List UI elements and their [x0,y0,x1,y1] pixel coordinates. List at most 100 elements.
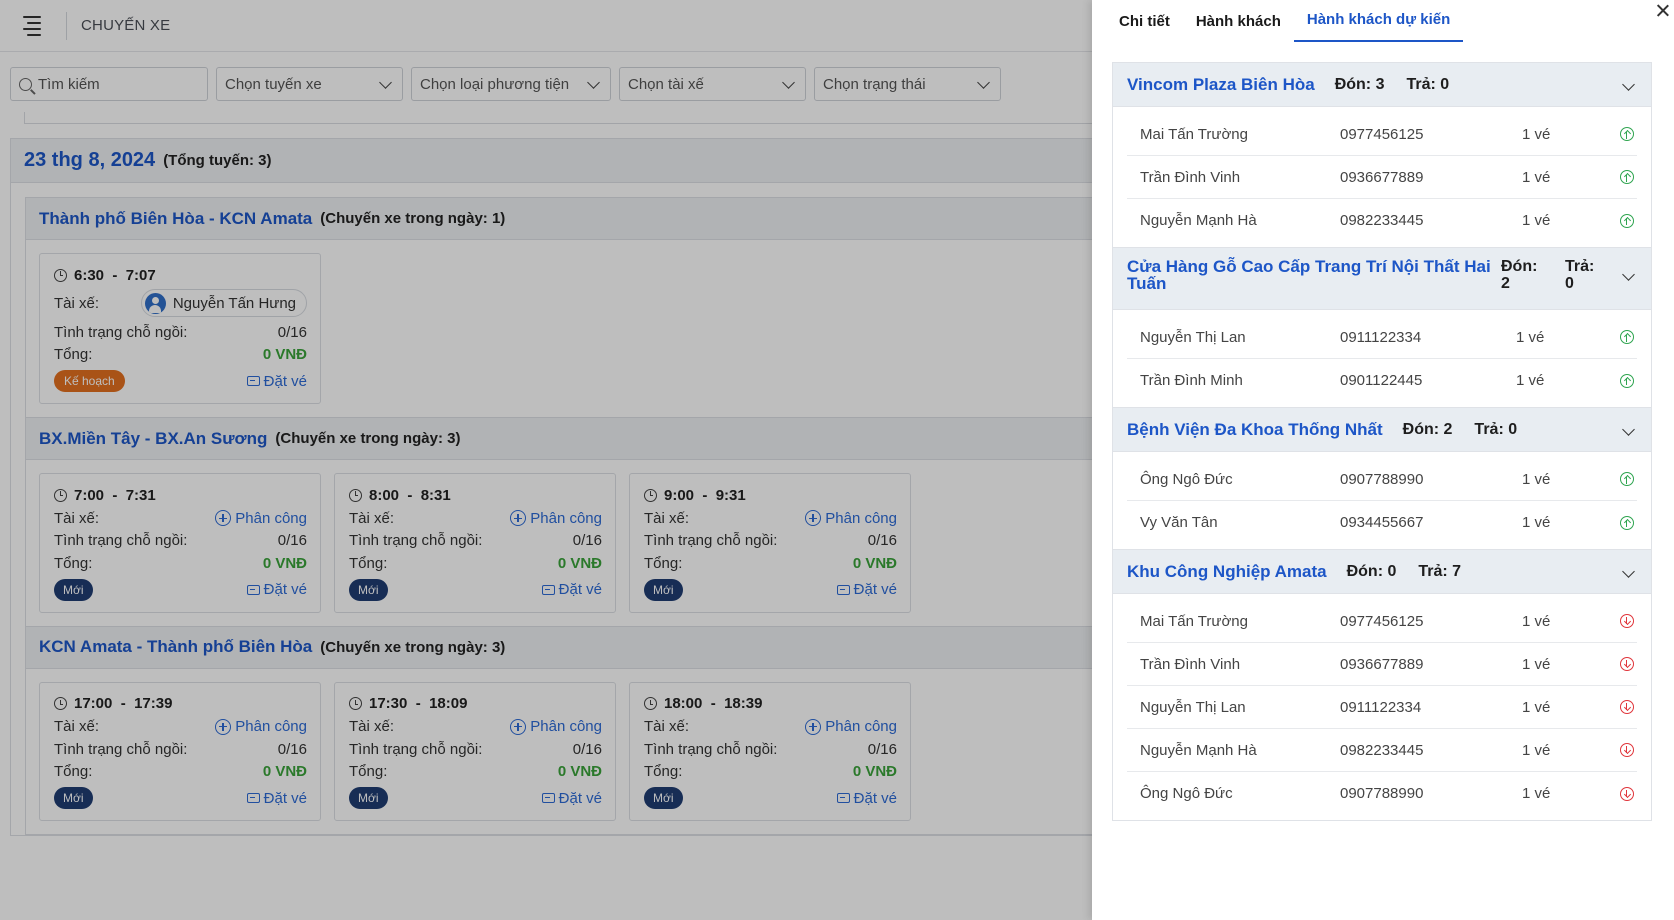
passenger-list: Mai Tấn Trường 0977456125 1 vé Trần Đình V… [1113,107,1651,247]
stop-dropoff-count: Trả: 0 [1565,258,1594,292]
stop-pickup-count: Đón: 2 [1501,258,1565,292]
passenger-phone: 0982233445 [1340,741,1424,759]
passenger-name: Nguyễn Thị Lan [1140,698,1246,716]
passenger-tickets: 1 vé [1522,612,1551,630]
passenger-tickets: 1 vé [1516,372,1545,389]
passenger-tickets: 1 vé [1522,168,1551,186]
passenger-tickets: 1 vé [1516,328,1545,346]
passenger-phone: 0907788990 [1340,470,1424,488]
arrow-down-circle-icon [1620,657,1634,671]
close-icon[interactable] [1655,3,1671,19]
chevron-down-icon [1622,423,1635,436]
stop-dropoff-count: Trả: 0 [1474,420,1518,438]
arrow-up-circle-icon [1620,213,1634,228]
stop-name: Vincom Plaza Biên Hòa [1127,74,1315,94]
passenger-row: Nguyễn Thị Lan 0911122334 1 vé [1127,686,1637,729]
passenger-row: Nguyễn Thị Lan 0911122334 1 vé [1127,316,1637,359]
passenger-phone: 0911122334 [1340,328,1422,346]
arrow-down-circle-icon [1620,614,1634,628]
arrow-up-circle-icon [1620,170,1634,184]
passenger-name: Ông Ngô Đức [1140,470,1233,488]
passenger-row: Ông Ngô Đức 0907788990 1 vé [1127,772,1637,815]
passenger-phone: 0977456125 [1340,612,1424,630]
passenger-phone: 0901122445 [1340,372,1423,389]
stop-header[interactable]: Khu Công Nghiệp Amata Đón: 0 Trả: 7 [1113,550,1651,594]
passenger-name: Trần Đình Vinh [1140,168,1241,186]
chevron-down-icon [1622,78,1635,91]
stop-section: Khu Công Nghiệp Amata Đón: 0 Trả: 7 Mai … [1112,550,1652,821]
passenger-row: Trần Đình Minh 0901122445 1 vé [1127,359,1637,402]
arrow-up-circle-icon [1620,472,1634,486]
arrow-down-circle-icon [1620,743,1634,757]
stop-section: Cửa Hàng Gỗ Cao Cấp Trang Trí Nội Thất H… [1112,248,1652,408]
arrow-up-circle-icon [1620,373,1634,388]
passenger-row: Mai Tấn Trường 0977456125 1 vé [1127,600,1637,643]
trips-page: CHUYẾN XE Tìm kiếm Chọn tuyến xe Chọn lo… [0,0,1092,920]
passenger-list: Ông Ngô Đức 0907788990 1 vé Vy Văn Tân 0934… [1113,452,1651,549]
tab-expected-passengers[interactable]: Hành khách dự kiến [1293,0,1464,42]
passenger-row: Trần Đình Vinh 0936677889 1 vé [1127,643,1637,686]
passenger-row: Ông Ngô Đức 0907788990 1 vé [1127,458,1637,501]
stop-dropoff-count: Trả: 7 [1418,562,1462,580]
arrow-up-circle-icon [1620,127,1634,141]
passenger-name: Trần Đình Minh [1140,372,1243,389]
passenger-name: Mai Tấn Trường [1140,125,1248,143]
stop-header[interactable]: Cửa Hàng Gỗ Cao Cấp Trang Trí Nội Thất H… [1113,248,1651,310]
chevron-down-icon [1622,565,1635,578]
passenger-tickets: 1 vé [1522,470,1551,488]
passenger-tickets: 1 vé [1522,125,1551,143]
stop-pickup-count: Đón: 0 [1346,562,1397,580]
passenger-phone: 0907788990 [1340,785,1424,802]
passenger-phone: 0911122334 [1340,698,1422,716]
stop-section: Bệnh Viện Đa Khoa Thống Nhất Đón: 2 Trả:… [1112,408,1652,550]
stop-pickup-count: Đón: 2 [1402,420,1453,438]
passenger-row: Vy Văn Tân 0934455667 1 vé [1127,501,1637,544]
passenger-phone: 0977456125 [1340,125,1424,143]
stop-section: Vincom Plaza Biên Hòa Đón: 3 Trả: 0 Mai … [1112,62,1652,248]
stop-list: Vincom Plaza Biên Hòa Đón: 3 Trả: 0 Mai … [1092,42,1674,821]
stop-dropoff-count: Trả: 0 [1406,75,1450,93]
passenger-name: Ông Ngô Đức [1140,785,1233,802]
drawer-tabs: Chi tiết Hành khách Hành khách dự kiến [1092,0,1674,42]
modal-backdrop[interactable] [0,0,1092,920]
passenger-name: Mai Tấn Trường [1140,612,1248,630]
stop-header[interactable]: Vincom Plaza Biên Hòa Đón: 3 Trả: 0 [1113,63,1651,107]
arrow-down-circle-icon [1620,700,1634,714]
passenger-phone: 0982233445 [1340,212,1424,229]
passenger-list: Mai Tấn Trường 0977456125 1 vé Trần Đình V… [1113,594,1651,820]
stop-name: Cửa Hàng Gỗ Cao Cấp Trang Trí Nội Thất H… [1127,257,1491,293]
pickup-value: 2 [1501,275,1510,292]
tab-passengers[interactable]: Hành khách [1183,0,1294,42]
stop-header[interactable]: Bệnh Viện Đa Khoa Thống Nhất Đón: 2 Trả:… [1113,408,1651,452]
stop-name: Khu Công Nghiệp Amata [1127,561,1327,581]
passenger-name: Nguyễn Mạnh Hà [1140,741,1257,759]
passenger-row: Mai Tấn Trường 0977456125 1 vé [1127,113,1637,156]
passenger-tickets: 1 vé [1522,655,1551,673]
dropoff-label: Trả: [1565,258,1595,275]
trip-detail-drawer: Chi tiết Hành khách Hành khách dự kiến V… [1092,0,1674,920]
stop-pickup-count: Đón: 3 [1334,75,1385,93]
arrow-down-circle-icon [1620,786,1634,801]
passenger-name: Vy Văn Tân [1140,514,1218,531]
stop-name: Bệnh Viện Đa Khoa Thống Nhất [1127,419,1383,439]
passenger-tickets: 1 vé [1522,785,1551,802]
passenger-row: Nguyễn Mạnh Hà 0982233445 1 vé [1127,729,1637,772]
arrow-up-circle-icon [1620,515,1634,530]
passenger-list: Nguyễn Thị Lan 0911122334 1 vé Trần Đình M… [1113,310,1651,407]
passenger-row: Nguyễn Mạnh Hà 0982233445 1 vé [1127,199,1637,242]
chevron-down-icon [1622,268,1635,281]
passenger-phone: 0936677889 [1340,655,1424,673]
passenger-name: Trần Đình Vinh [1140,655,1241,673]
pickup-label: Đón: [1501,258,1538,275]
passenger-tickets: 1 vé [1522,698,1551,716]
arrow-up-circle-icon [1620,330,1634,344]
passenger-name: Nguyễn Thị Lan [1140,328,1246,346]
passenger-tickets: 1 vé [1522,514,1551,531]
passenger-tickets: 1 vé [1522,741,1551,759]
passenger-phone: 0936677889 [1340,168,1424,186]
dropoff-value: 0 [1565,275,1574,292]
passenger-phone: 0934455667 [1340,514,1424,531]
passenger-tickets: 1 vé [1522,212,1551,229]
tab-details[interactable]: Chi tiết [1106,0,1183,42]
passenger-row: Trần Đình Vinh 0936677889 1 vé [1127,156,1637,199]
